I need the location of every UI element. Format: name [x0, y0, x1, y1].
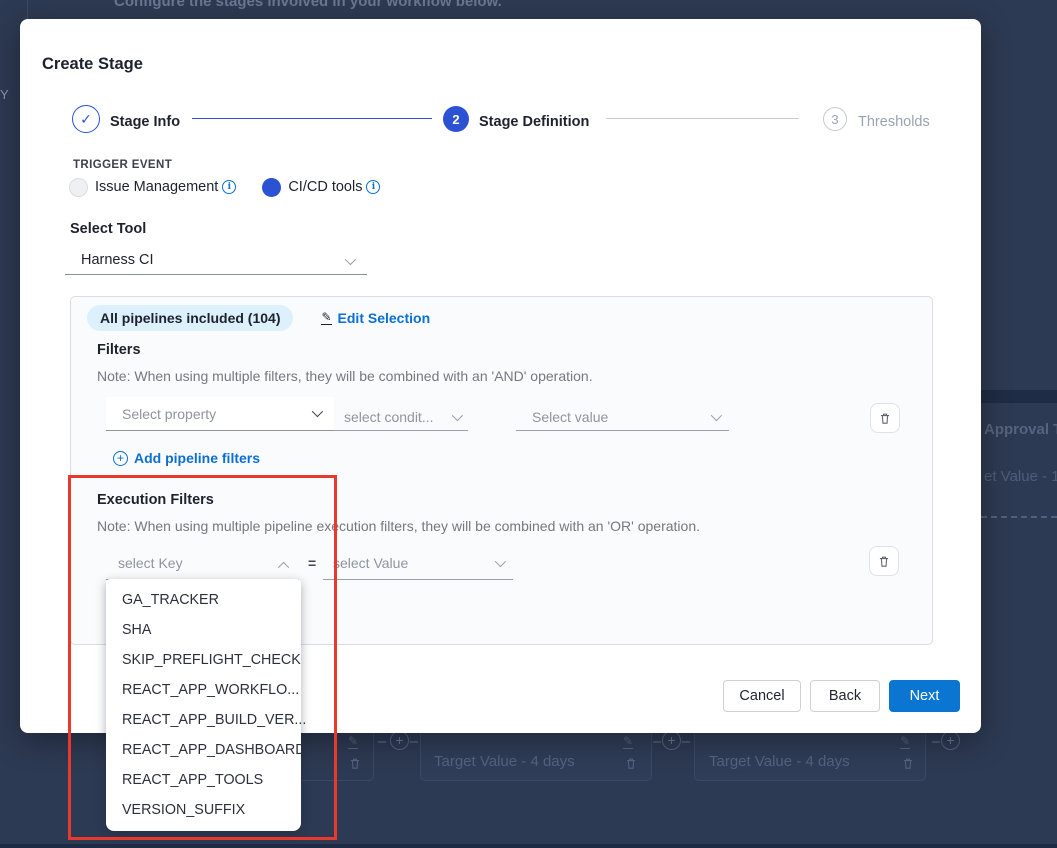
page-title: Create Stage [42, 55, 143, 74]
select-key-dropdown-open[interactable]: select Key [106, 547, 299, 580]
pipelines-included-badge: All pipelines included (104) [87, 305, 293, 331]
select-tool-label: Select Tool [70, 221, 146, 237]
step-2-circle[interactable]: 2 [443, 106, 469, 132]
dashed-connector [378, 741, 386, 743]
back-button[interactable]: Back [810, 680, 880, 712]
delete-filter-button[interactable] [870, 403, 900, 433]
filters-title: Filters [97, 342, 141, 358]
execution-filters-note: Note: When using multiple pipeline execu… [97, 518, 700, 534]
radio-issue-management-label[interactable]: Issue Management [95, 179, 218, 195]
edit-icon: ✎ [348, 735, 358, 749]
trash-icon [901, 756, 915, 771]
dropdown-option[interactable]: VERSION_SUFFIX [106, 795, 301, 825]
step-1-label[interactable]: Stage Info [110, 114, 180, 130]
dashed-connector [932, 741, 940, 743]
select-value-exec-dropdown[interactable]: select Value [323, 547, 513, 580]
dropdown-option[interactable]: SKIP_PREFLIGHT_CHECK [106, 645, 301, 675]
equals-sign: = [308, 555, 316, 571]
trigger-event-options: Issue Management i CI/CD tools i [69, 177, 380, 197]
chevron-up-icon [278, 562, 289, 573]
background-card-fragment [366, 733, 374, 781]
key-dropdown: GA_TRACKERSHASKIP_PREFLIGHT_CHECKREACT_A… [106, 579, 301, 831]
next-button[interactable]: Next [889, 680, 960, 712]
dashed-connector [653, 741, 661, 743]
add-pipeline-filters-label: Add pipeline filters [134, 450, 260, 466]
background-text-fragment: Y [0, 87, 9, 102]
select-condition-dropdown[interactable]: select condit... [334, 403, 468, 431]
trash-icon [877, 554, 891, 569]
tool-select-value: Harness CI [81, 252, 154, 268]
execution-filters-title: Execution Filters [97, 492, 214, 508]
background-card-fragment-border [302, 780, 366, 781]
card-label: Target Value - 4 days [434, 753, 575, 770]
dashed-connector [682, 741, 690, 743]
step-2-label[interactable]: Stage Definition [479, 114, 589, 130]
step-connector [192, 118, 432, 119]
tool-select[interactable]: Harness CI [65, 245, 367, 275]
dropdown-option[interactable]: REACT_APP_TOOLS [106, 765, 301, 795]
select-condition-placeholder: select condit... [344, 409, 434, 425]
dropdown-option[interactable]: REACT_APP_DASHBOARD [106, 735, 301, 765]
background-divider [27, 0, 28, 19]
check-icon: ✓ [80, 111, 92, 128]
chevron-down-icon [345, 254, 356, 265]
dashed-connector [410, 741, 418, 743]
cancel-button[interactable]: Cancel [723, 680, 801, 712]
dropdown-option[interactable]: REACT_APP_BUILD_VER... [106, 705, 301, 735]
background-stage-card: Target Value - 4 days [694, 733, 926, 781]
select-value-exec-placeholder: select Value [333, 555, 408, 571]
background-dashed-line [981, 516, 1057, 518]
radio-issue-management[interactable] [69, 178, 88, 197]
edit-selection-label: Edit Selection [338, 310, 431, 326]
edit-icon: ✎ [623, 735, 633, 749]
select-property-dropdown[interactable]: Select property [106, 397, 334, 431]
filters-note: Note: When using multiple filters, they … [97, 368, 593, 384]
background-cell-fragment: et Value - 1 [984, 468, 1057, 485]
dropdown-option[interactable]: REACT_APP_WORKFLO... [106, 675, 301, 705]
chevron-down-icon [312, 406, 323, 417]
background-bottom-edge [0, 844, 1057, 848]
trash-icon [348, 756, 362, 771]
edit-selection-link[interactable]: ✎ Edit Selection [321, 310, 430, 326]
step-3-label[interactable]: Thresholds [858, 114, 930, 130]
select-value-placeholder: Select value [532, 409, 608, 425]
step-1-done-circle[interactable]: ✓ [72, 105, 100, 133]
delete-execution-filter-button[interactable] [869, 546, 899, 576]
step-3-number: 3 [831, 112, 838, 127]
plus-circle-icon: + [113, 451, 128, 466]
trash-icon [878, 411, 892, 426]
chevron-down-icon [452, 410, 463, 421]
background-table-band [981, 390, 1057, 403]
add-stage-icon: + [662, 731, 681, 750]
step-3-circle[interactable]: 3 [823, 107, 847, 131]
add-stage-icon: + [941, 731, 960, 750]
background-subtitle: Configure the stages involved in your wo… [114, 0, 502, 10]
select-property-placeholder: Select property [122, 406, 216, 422]
trash-icon [624, 756, 638, 771]
chevron-down-icon [711, 410, 722, 421]
edit-icon: ✎ [321, 312, 331, 325]
chevron-down-icon [495, 556, 506, 567]
radio-cicd-tools[interactable] [262, 178, 281, 197]
add-stage-icon: + [390, 731, 409, 750]
select-key-placeholder: select Key [118, 555, 183, 571]
radio-cicd-tools-label[interactable]: CI/CD tools [288, 179, 362, 195]
add-pipeline-filters-link[interactable]: + Add pipeline filters [113, 450, 260, 466]
info-icon[interactable]: i [366, 180, 380, 194]
background-stage-card: Target Value - 4 days [420, 733, 652, 781]
step-2-number: 2 [452, 112, 459, 127]
select-value-dropdown[interactable]: Select value [516, 403, 729, 431]
trigger-event-label: TRIGGER EVENT [73, 159, 172, 171]
dropdown-option[interactable]: SHA [106, 615, 301, 645]
info-icon[interactable]: i [222, 180, 236, 194]
card-label: Target Value - 4 days [709, 753, 850, 770]
step-connector [606, 118, 799, 119]
dropdown-option[interactable]: GA_TRACKER [106, 585, 301, 615]
modal-footer: Cancel Back Next [723, 680, 960, 712]
edit-icon: ✎ [900, 735, 910, 749]
background-column-header: Approval Tim [984, 421, 1057, 438]
